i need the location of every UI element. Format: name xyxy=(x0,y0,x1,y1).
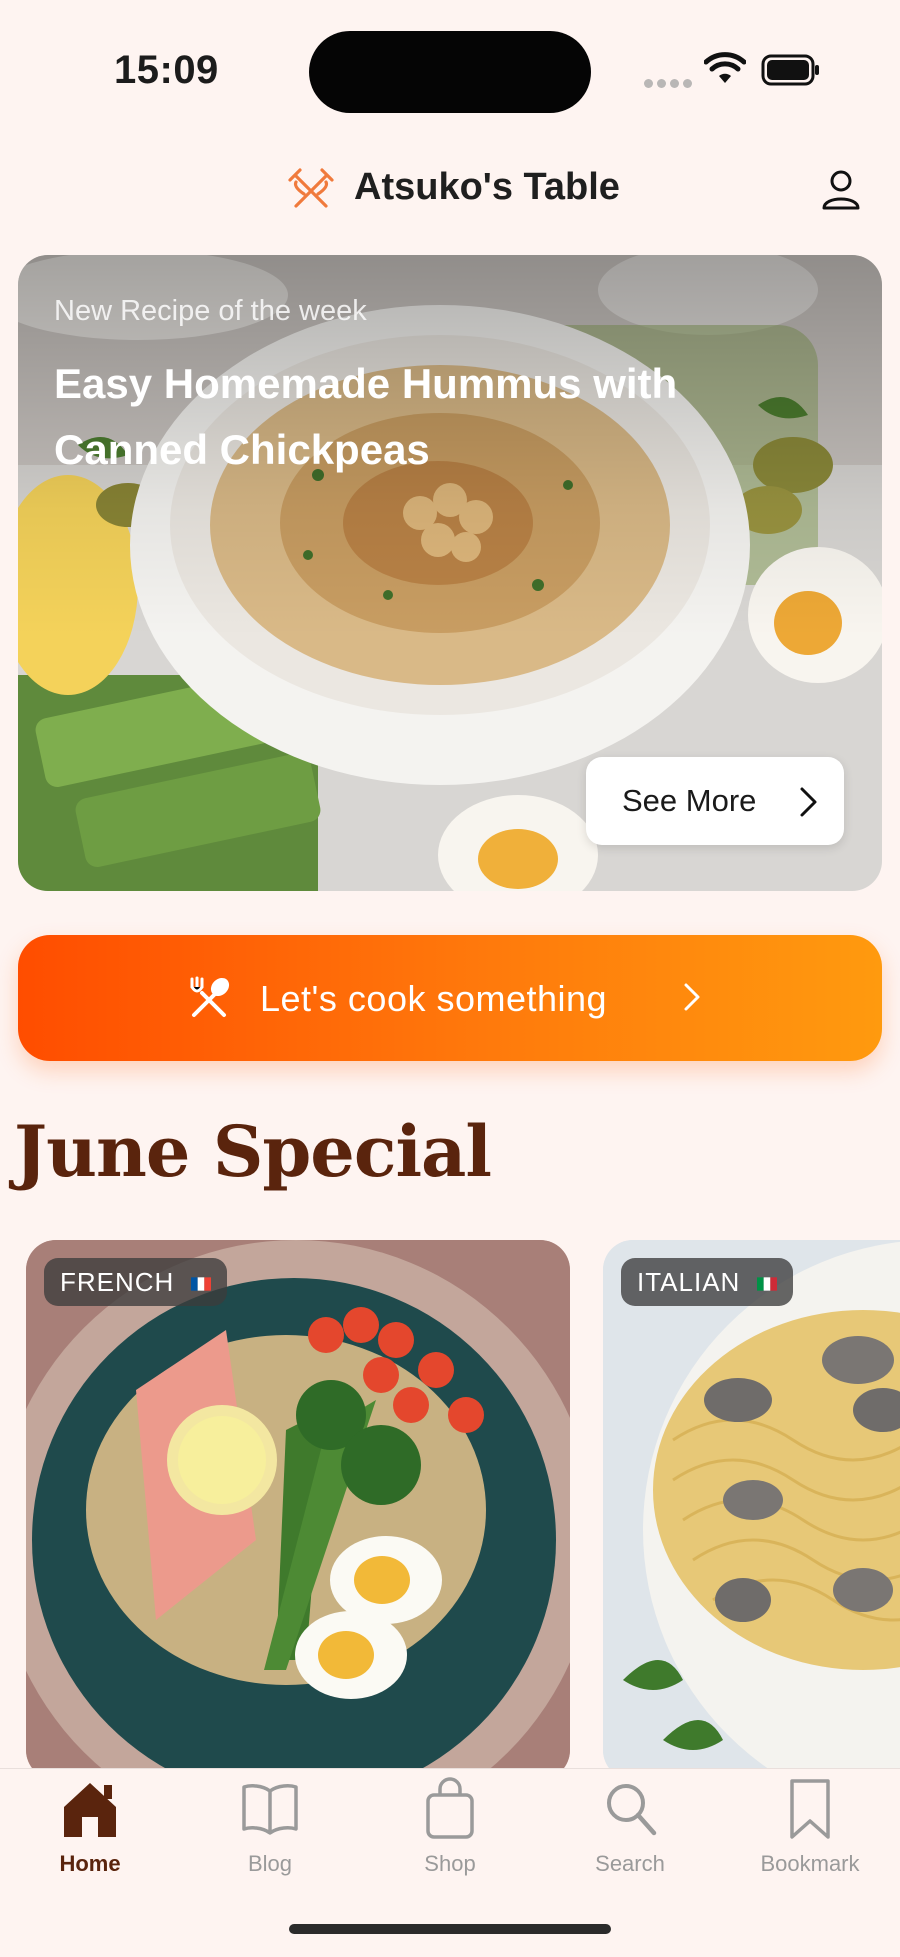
flag-france-icon xyxy=(190,1277,211,1291)
cuisine-tag-label: FRENCH xyxy=(60,1267,175,1297)
flag-italy-icon xyxy=(756,1277,777,1291)
shopping-bag-icon xyxy=(426,1777,474,1839)
wifi-icon xyxy=(704,52,746,83)
tab-shop[interactable]: Shop xyxy=(360,1769,540,1889)
app-header: Atsuko's Table xyxy=(0,150,900,230)
tab-label: Search xyxy=(595,1851,665,1876)
tab-label: Blog xyxy=(247,1851,293,1876)
battery-icon xyxy=(761,54,819,86)
status-bar: 15:09 xyxy=(0,0,900,140)
cuisine-tag: ITALIAN xyxy=(621,1258,793,1306)
cuisine-tag-label: ITALIAN xyxy=(637,1267,741,1297)
hero-eyebrow: New Recipe of the week xyxy=(54,295,367,327)
see-more-label: See More xyxy=(622,783,757,818)
status-time: 15:09 xyxy=(114,48,219,92)
profile-icon[interactable] xyxy=(815,164,867,216)
tab-label: Home xyxy=(59,1851,121,1876)
tab-search[interactable]: Search xyxy=(540,1769,720,1889)
tab-home[interactable]: Home xyxy=(0,1769,180,1889)
pasta-clams-photo xyxy=(603,1240,900,1780)
chevron-right-icon xyxy=(684,983,700,1011)
app-title: Atsuko's Table xyxy=(354,166,620,208)
see-more-button[interactable]: See More xyxy=(586,757,844,845)
tab-blog[interactable]: Blog xyxy=(180,1769,360,1889)
home-indicator[interactable] xyxy=(289,1924,611,1934)
lets-cook-button[interactable]: Let's cook something xyxy=(18,935,882,1061)
chevron-right-icon xyxy=(800,787,817,817)
cta-label: Let's cook something xyxy=(260,978,608,1019)
cuisine-tag: FRENCH xyxy=(44,1258,227,1306)
dynamic-island xyxy=(309,31,591,113)
tab-bookmark[interactable]: Bookmark xyxy=(720,1769,900,1889)
search-icon xyxy=(607,1784,657,1836)
tab-label: Shop xyxy=(424,1851,476,1876)
home-icon xyxy=(64,1783,116,1837)
recipe-card-italian[interactable]: ITALIAN xyxy=(603,1240,900,1780)
cellular-signal-icon xyxy=(644,75,696,93)
recipe-card-french[interactable]: FRENCH xyxy=(26,1240,570,1780)
hero-title: Easy Homemade Hummus with Canned Chickpe… xyxy=(54,360,678,473)
chef-utensils-icon xyxy=(288,168,334,208)
salmon-dish-photo xyxy=(26,1240,570,1780)
book-icon xyxy=(242,1784,298,1835)
section-title: June Special xyxy=(14,1110,492,1193)
bookmark-icon xyxy=(790,1779,830,1839)
featured-recipe-card[interactable]: New Recipe of the week Easy Homemade Hum… xyxy=(18,255,882,891)
fork-spoon-crossed-icon xyxy=(190,976,230,1017)
tab-label: Bookmark xyxy=(760,1851,860,1876)
